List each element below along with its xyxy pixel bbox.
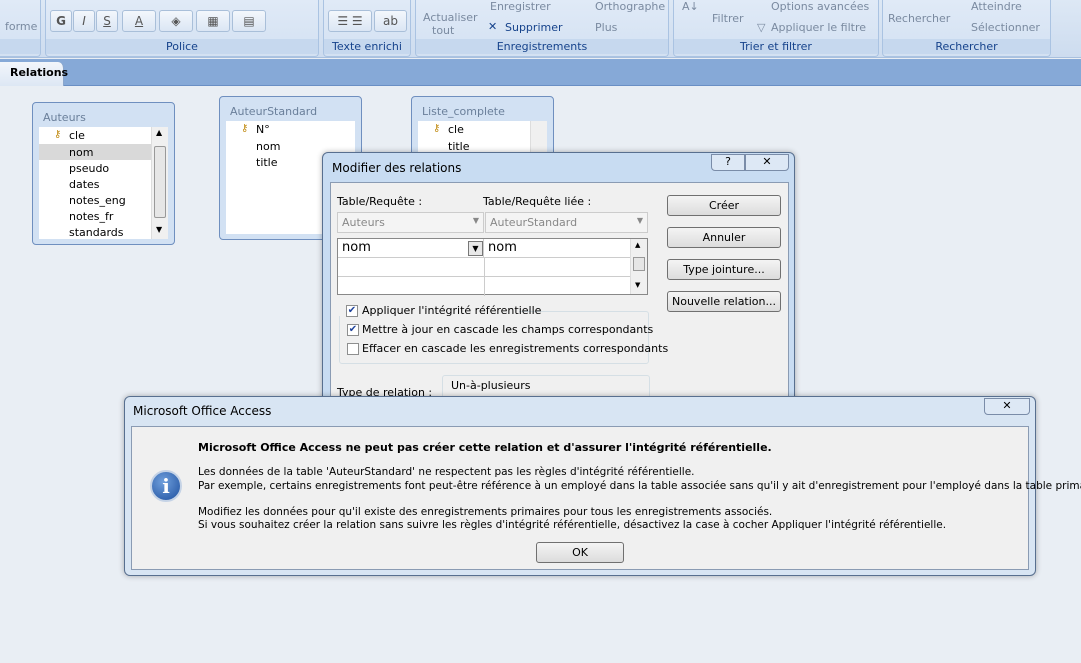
- linked-table-select-value: AuteurStandard: [490, 216, 578, 229]
- group-label: Rechercher: [883, 39, 1050, 54]
- actualiser-label[interactable]: Actualiser: [423, 11, 478, 24]
- field-item[interactable]: cle: [448, 122, 464, 138]
- ok-button[interactable]: OK: [536, 542, 624, 563]
- list-buttons[interactable]: ☰ ☰: [328, 10, 372, 32]
- dialog-title: Modifier des relations: [332, 161, 462, 175]
- grid-scrollbar[interactable]: ▲ ▼: [630, 239, 647, 294]
- group-trier-filtrer: A↓ Filtrer Options avancées ▽ Appliquer …: [673, 0, 879, 57]
- group-label: Texte enrichi: [324, 39, 410, 54]
- error-message-box: Microsoft Office Access ✕ i Microsoft Of…: [124, 396, 1081, 576]
- table-auteurs[interactable]: Auteurs ⚷ cle nom pseudo dates notes_eng…: [32, 102, 175, 245]
- group-label: Enregistrements: [416, 39, 668, 54]
- cascade-update-label: Mettre à jour en cascade les champs corr…: [362, 323, 654, 336]
- forme-label: forme: [5, 20, 38, 33]
- atteindre-button[interactable]: Atteindre: [971, 0, 1022, 13]
- filtrer-button[interactable]: Filtrer: [712, 12, 744, 25]
- message-heading: Microsoft Office Access ne peut pas crée…: [198, 441, 772, 454]
- ribbon: forme G I S A ◈ ▦ ▤ Police ☰ ☰ ab Texte …: [0, 0, 1081, 58]
- tout-label[interactable]: tout: [432, 24, 454, 37]
- new-relation-button[interactable]: Nouvelle relation...: [667, 291, 781, 312]
- message-line: Si vous souhaitez créer la relation sans…: [198, 519, 947, 531]
- dialog-body: Table/Requête : Table/Requête liée : Aut…: [330, 182, 789, 413]
- group-label: Trier et filtrer: [674, 39, 878, 54]
- message-line: Par exemple, certains enregistrements fo…: [198, 480, 1081, 492]
- field-grid[interactable]: nom ▼ nom ▲ ▼: [337, 238, 648, 296]
- filter-icon: ▽: [757, 21, 766, 34]
- primary-key-icon: ⚷: [241, 123, 249, 134]
- primary-field-cell[interactable]: nom: [338, 239, 484, 258]
- gridlines-button[interactable]: ▦: [196, 10, 230, 32]
- integrity-checkbox[interactable]: ✔: [346, 305, 358, 317]
- message-box-title: Microsoft Office Access: [133, 404, 272, 418]
- table-label: Table/Requête :: [337, 195, 423, 208]
- alt-row-color-button[interactable]: ▤: [232, 10, 266, 32]
- linked-table-select[interactable]: AuteurStandard ▼: [485, 212, 648, 233]
- group-enregistrements: Actualiser tout Enregistrer ✕ Supprimer …: [415, 0, 669, 57]
- cascade-delete-checkbox[interactable]: [347, 343, 359, 355]
- selectionner-button[interactable]: Sélectionner: [971, 21, 1040, 34]
- appliquer-filtre-button[interactable]: Appliquer le filtre: [771, 21, 866, 34]
- field-list: ⚷ cle nom pseudo dates notes_eng notes_f…: [39, 127, 168, 239]
- field-item[interactable]: title: [256, 155, 278, 171]
- cascade-update-checkbox[interactable]: ✔: [347, 324, 359, 336]
- field-item[interactable]: cle: [69, 128, 85, 144]
- group-texte-enrichi: ☰ ☰ ab Texte enrichi: [323, 0, 411, 57]
- help-button[interactable]: ?: [711, 154, 745, 171]
- integrity-group: [339, 311, 649, 364]
- font-color-button[interactable]: A: [122, 10, 156, 32]
- table-select[interactable]: Auteurs ▼: [337, 212, 484, 233]
- table-select-value: Auteurs: [342, 216, 385, 229]
- supprimer-button[interactable]: Supprimer: [505, 21, 563, 34]
- italic-button[interactable]: I: [73, 10, 95, 32]
- field-item[interactable]: dates: [69, 177, 100, 193]
- delete-icon: ✕: [488, 20, 498, 33]
- table-title: AuteurStandard: [230, 105, 318, 118]
- message-line: Les données de la table 'AuteurStandard'…: [198, 466, 695, 478]
- field-item[interactable]: nom: [69, 145, 93, 161]
- plus-button[interactable]: Plus: [595, 21, 617, 34]
- underline-button[interactable]: S: [96, 10, 118, 32]
- highlight-button[interactable]: ab: [374, 10, 407, 32]
- rechercher-button[interactable]: Rechercher: [888, 12, 950, 25]
- enregistrer-button[interactable]: Enregistrer: [490, 0, 551, 13]
- group-label: [0, 39, 40, 54]
- fill-color-button[interactable]: ◈: [159, 10, 193, 32]
- field-item[interactable]: nom: [256, 139, 280, 155]
- bold-button[interactable]: G: [50, 10, 72, 32]
- cancel-button[interactable]: Annuler: [667, 227, 781, 248]
- integrity-label: Appliquer l'intégrité référentielle: [362, 304, 542, 317]
- field-item[interactable]: N°: [256, 122, 270, 138]
- edit-relations-dialog: Modifier des relations ? ✕ Table/Requête…: [322, 152, 795, 413]
- create-button[interactable]: Créer: [667, 195, 781, 216]
- info-icon: i: [150, 470, 182, 502]
- table-title: Auteurs: [43, 111, 86, 124]
- related-field-cell[interactable]: nom: [484, 239, 630, 258]
- message-body: i Microsoft Office Access ne peut pas cr…: [131, 426, 1081, 570]
- field-item[interactable]: notes_eng: [69, 193, 126, 209]
- close-button[interactable]: ✕: [984, 398, 1030, 415]
- join-type-button[interactable]: Type jointure...: [667, 259, 781, 280]
- scrollbar[interactable]: ▲ ▼: [151, 127, 168, 239]
- sort-icon[interactable]: A↓: [682, 0, 699, 13]
- field-item[interactable]: notes_fr: [69, 209, 113, 225]
- group-forme: forme: [0, 0, 41, 57]
- tab-relations[interactable]: Relations: [0, 62, 68, 86]
- primary-key-icon: ⚷: [433, 123, 441, 134]
- orthographe-button[interactable]: Orthographe: [595, 0, 665, 13]
- options-avancees-button[interactable]: Options avancées: [771, 0, 869, 13]
- linked-table-label: Table/Requête liée :: [483, 195, 592, 208]
- group-police: G I S A ◈ ▦ ▤ Police: [45, 0, 319, 57]
- table-title: Liste_complete: [422, 105, 505, 118]
- group-rechercher: Rechercher Atteindre Sélectionner Recher…: [882, 0, 1051, 57]
- field-item[interactable]: pseudo: [69, 161, 109, 177]
- primary-key-icon: ⚷: [54, 129, 62, 140]
- message-line: Modifiez les données pour qu'il existe d…: [198, 506, 773, 518]
- dropdown-icon[interactable]: ▼: [468, 241, 483, 256]
- document-tab-bar: [0, 59, 1081, 86]
- cascade-delete-label: Effacer en cascade les enregistrements c…: [362, 342, 669, 355]
- field-item[interactable]: standards: [69, 225, 124, 239]
- group-label: Police: [46, 39, 318, 54]
- close-button[interactable]: ✕: [745, 154, 789, 171]
